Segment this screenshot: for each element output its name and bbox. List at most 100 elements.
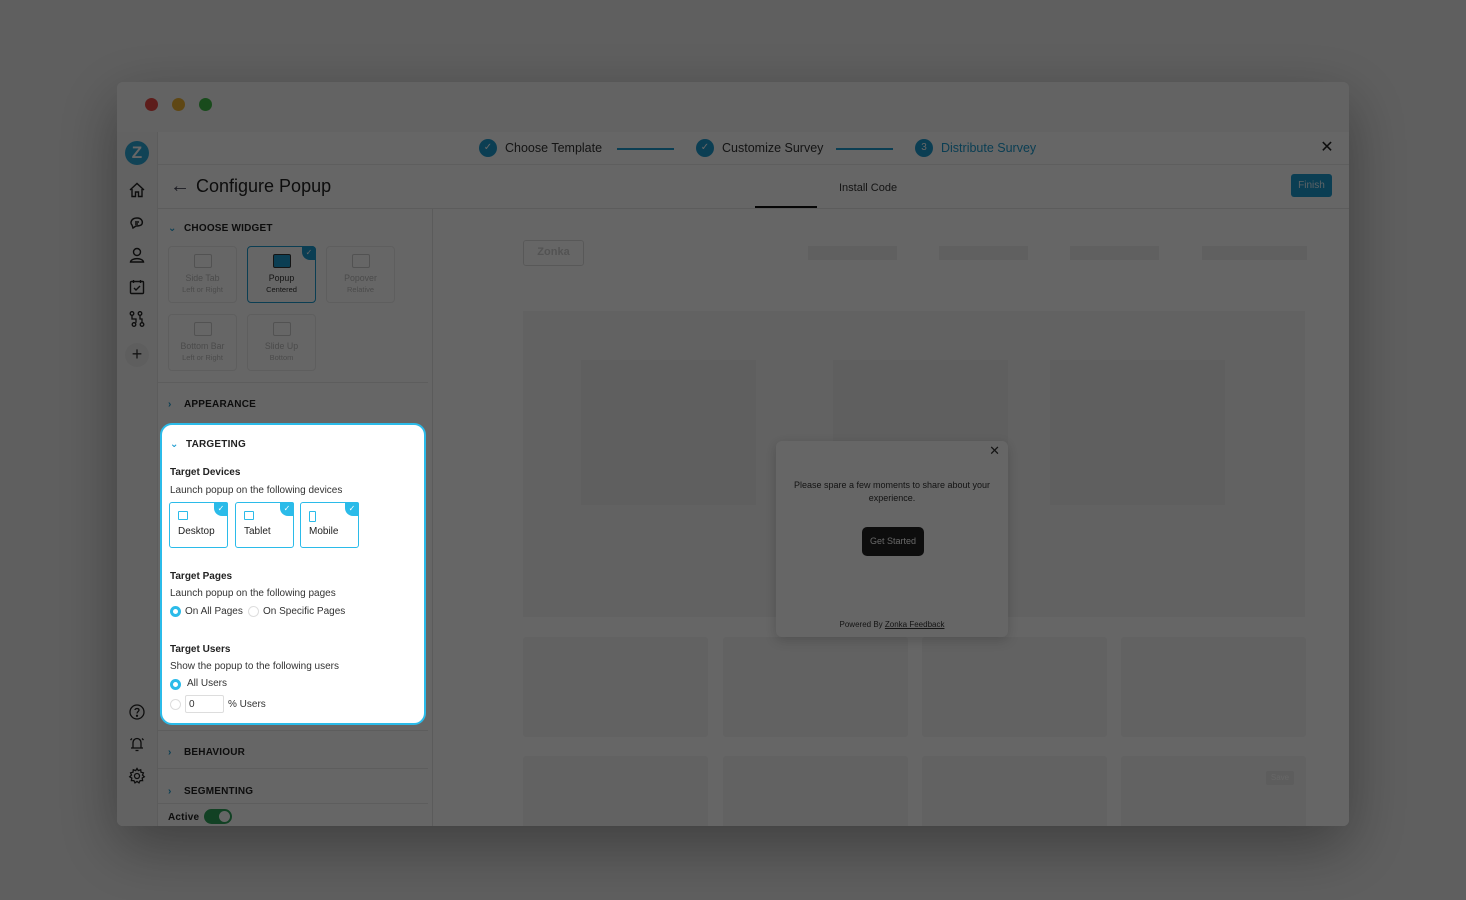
widget-popup[interactable]: Popup Centered ✓ [247,246,316,303]
step-connector [836,148,893,150]
chevron-right-icon: › [168,786,172,797]
side-tab-icon [193,254,212,268]
widget-name: Popover [344,273,377,283]
active-toggle[interactable] [204,809,232,824]
target-users-heading: Target Users [170,644,231,655]
checked-icon: ✓ [345,502,359,516]
target-pages-desc: Launch popup on the following pages [170,588,336,599]
widget-popover[interactable]: Popover Relative [326,246,395,303]
page-header: ← Configure Popup Preview Install Code F… [158,166,1349,255]
device-desktop[interactable]: Desktop ✓ [169,502,228,548]
workflow-icon[interactable] [128,310,146,328]
widget-name: Side Tab [185,273,220,283]
mock-tile [523,756,708,826]
radio-all-pages[interactable] [170,606,181,617]
section-appearance[interactable]: › APPEARANCE [168,399,256,410]
divider [158,803,428,804]
mock-nav-item [1070,246,1159,260]
checked-icon: ✓ [214,502,228,516]
user-icon[interactable] [128,246,146,264]
calendar-check-icon[interactable] [128,278,146,296]
widget-bottom-bar[interactable]: Bottom Bar Left or Right [168,314,237,371]
widget-name: Slide Up [264,341,299,351]
finish-button[interactable]: Finish [1291,174,1332,197]
active-tab-indicator [755,206,817,208]
window-maximize-button[interactable] [199,98,212,111]
help-icon[interactable] [128,703,146,721]
mock-nav-item [1202,246,1307,260]
step-label: Customize Survey [722,141,824,155]
get-started-button[interactable]: Get Started [862,527,924,556]
chevron-down-icon: ⌄ [170,439,179,450]
back-arrow-icon[interactable]: ← [170,175,190,198]
radio-label: All Users [187,678,228,689]
device-tablet[interactable]: Tablet ✓ [235,502,294,548]
mock-tile [523,637,708,737]
widget-sub: Bottom [269,353,294,362]
popover-icon [351,254,370,268]
target-devices-desc: Launch popup on the following devices [170,485,343,496]
add-button[interactable]: + [125,343,149,367]
brand-logo[interactable]: Z [125,141,149,165]
divider [158,730,428,731]
mock-card [1050,360,1225,505]
section-title: APPEARANCE [184,399,257,410]
mock-save-button: Save [1266,771,1294,785]
mobile-icon [309,511,316,522]
widget-sub: Left or Right [182,285,223,294]
active-label: Active [168,812,200,823]
page-title: Configure Popup [196,176,332,196]
chevron-right-icon: › [168,399,172,410]
step-choose-template[interactable]: ✓ Choose Template [479,139,602,157]
widget-slide-up[interactable]: Slide Up Bottom [247,314,316,371]
chat-icon[interactable] [128,214,146,232]
widget-side-tab[interactable]: Side Tab Left or Right [168,246,237,303]
window-close-button[interactable] [145,98,158,111]
step-distribute-survey[interactable]: 3 Distribute Survey [915,139,1036,157]
section-choose-widget[interactable]: ⌄ CHOOSE WIDGET [168,223,273,234]
target-devices-heading: Target Devices [170,467,241,478]
section-title: TARGETING [186,439,246,450]
radio-label: % Users [228,699,266,710]
mock-nav-item [939,246,1028,260]
percent-users-input[interactable] [185,695,224,713]
step-label: Distribute Survey [941,141,1037,155]
mock-site-logo: Zonka [523,240,584,266]
mock-tile [723,756,908,826]
tab-install-code[interactable]: Install Code [839,182,897,194]
close-icon[interactable]: ✕ [1317,138,1337,158]
step-label: Choose Template [505,141,603,155]
section-targeting[interactable]: ⌄ TARGETING [170,439,246,450]
chevron-down-icon: ⌄ [168,223,177,234]
survey-message: Please spare a few moments to share abou… [793,480,991,503]
device-mobile[interactable]: Mobile ✓ [300,502,359,548]
window-minimize-button[interactable] [172,98,185,111]
powered-by: Powered By Zonka Feedback [776,620,1008,629]
mock-tile [922,756,1107,826]
home-icon[interactable] [128,181,146,199]
progress-stepper: ✓ Choose Template ✓ Customize Survey 3 D… [158,132,1349,165]
gear-icon[interactable] [128,767,146,785]
radio-specific-pages[interactable] [248,606,259,617]
selected-check-icon: ✓ [302,246,316,260]
step-check-icon: ✓ [479,139,497,157]
targeting-section: ⌄ TARGETING Target Devices Launch popup … [160,423,426,725]
mock-tile [1121,637,1306,737]
bell-icon[interactable] [128,735,146,753]
mock-card [581,360,756,505]
radio-all-users[interactable] [170,679,181,690]
powered-by-link[interactable]: Zonka Feedback [885,620,945,629]
radio-percent-users[interactable] [170,699,181,710]
device-label: Mobile [309,526,339,537]
close-icon[interactable]: ✕ [989,443,1000,459]
widget-name: Popup [268,273,295,283]
step-customize-survey[interactable]: ✓ Customize Survey [696,139,823,157]
section-behaviour[interactable]: › BEHAVIOUR [168,747,245,758]
radio-label: On All Pages [185,606,243,617]
mock-tile [1121,756,1306,826]
section-segmenting[interactable]: › SEGMENTING [168,786,253,797]
preview-area: Zonka Save ✕ Please spare a few moments … [434,209,1349,826]
powered-by-prefix: Powered By [839,620,885,629]
section-title: CHOOSE WIDGET [184,223,273,234]
widget-sub: Centered [266,285,297,294]
